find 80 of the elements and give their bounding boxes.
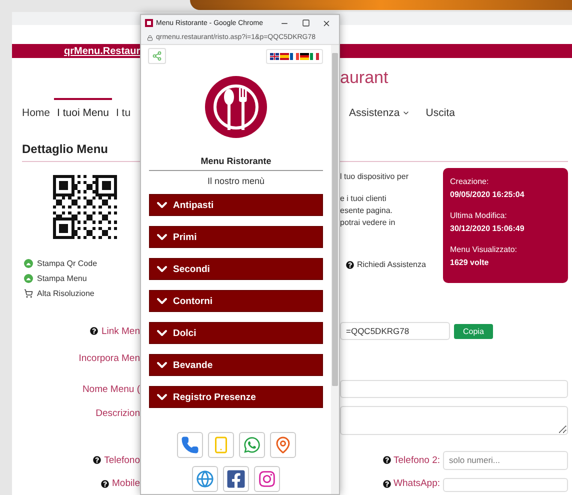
maximize-icon[interactable] xyxy=(302,19,310,27)
close-icon[interactable] xyxy=(322,18,331,28)
share-button[interactable] xyxy=(148,48,166,64)
flag-icon[interactable] xyxy=(300,52,309,60)
description-field[interactable] xyxy=(340,406,568,435)
category-button[interactable]: Dolci xyxy=(149,322,323,344)
action-link[interactable]: Stampa Menu xyxy=(24,274,140,283)
camera-icon xyxy=(258,470,276,488)
round-icon xyxy=(24,259,33,268)
flag-icon[interactable] xyxy=(280,52,289,60)
category-button[interactable]: Registro Presenze xyxy=(149,386,323,408)
chat-phone-icon xyxy=(242,436,260,454)
map-pin-icon xyxy=(274,436,292,454)
action-link[interactable]: Stampa Qr Code xyxy=(24,259,140,268)
field-label: Telefono xyxy=(12,454,140,466)
round-icon xyxy=(24,274,33,283)
field-label: WhatsApp: xyxy=(340,478,440,489)
help-icon xyxy=(101,480,109,488)
stat-value: 09/05/2020 16:25:04 xyxy=(450,190,526,199)
text-field[interactable] xyxy=(340,380,568,398)
help-icon xyxy=(346,260,354,268)
logo-text: aurant xyxy=(340,68,388,88)
contact-button[interactable] xyxy=(192,466,218,492)
nav-link[interactable]: I tu xyxy=(112,98,134,126)
restaurant-name: Menu Ristorante xyxy=(200,156,272,166)
flag-icon[interactable] xyxy=(270,52,279,60)
field-label: Nome Menu ( xyxy=(81,384,140,394)
lock-icon xyxy=(147,34,153,40)
contact-button[interactable] xyxy=(238,432,264,458)
stat-label: Menu Visualizzato: xyxy=(450,245,518,254)
nav-link[interactable]: Uscita xyxy=(422,98,458,126)
link-field[interactable]: =QQC5DKRG78 xyxy=(340,322,450,340)
field-label: Descrizion xyxy=(94,408,140,419)
help-icon xyxy=(382,456,391,464)
category-button[interactable]: Antipasti xyxy=(149,194,323,216)
site-link[interactable]: qrMenu.Restaur xyxy=(62,46,140,56)
info-text: potrai vedere in xyxy=(340,218,396,228)
help-link[interactable]: Richiedi Assistenza xyxy=(340,260,440,269)
info-text: esente pagina. xyxy=(340,206,394,216)
help-icon xyxy=(382,480,391,488)
phone-icon xyxy=(180,436,198,454)
caret-icon xyxy=(402,109,410,117)
favicon-icon xyxy=(145,19,153,27)
contact-button[interactable] xyxy=(223,466,249,492)
copy-button[interactable]: Copia xyxy=(454,324,493,338)
flag-icon[interactable] xyxy=(290,52,299,60)
qr-code-drawing xyxy=(53,175,117,239)
nav-link[interactable]: I tuoi Menu xyxy=(54,98,112,126)
help-icon xyxy=(90,327,98,335)
info-text: l tuo dispositivo per xyxy=(340,172,410,182)
stat-label: Ultima Modifica: xyxy=(450,211,508,220)
text-field[interactable]: solo numeri... xyxy=(443,450,568,470)
stat-value: 30/12/2020 15:06:49 xyxy=(450,224,526,233)
category-button[interactable]: Primi xyxy=(149,226,323,248)
category-button[interactable]: Contorni xyxy=(149,290,323,312)
help-icon xyxy=(93,456,102,464)
contact-button[interactable] xyxy=(176,432,202,458)
stat-value: 1629 volte xyxy=(450,258,490,267)
field-label: Telefono 2: xyxy=(340,454,440,466)
category-button[interactable]: Bevande xyxy=(149,354,323,376)
globe-icon xyxy=(196,470,214,488)
f-logo-icon xyxy=(226,469,246,489)
cart-icon xyxy=(24,289,33,298)
section-title: Dettaglio Menu xyxy=(22,142,109,156)
contact-button[interactable] xyxy=(270,432,296,458)
stat-label: Creazione: xyxy=(450,177,490,186)
category-button[interactable]: Secondi xyxy=(149,258,323,280)
field-label: Link Men xyxy=(12,326,140,336)
cutlery-logo-icon xyxy=(205,76,267,138)
share-icon xyxy=(152,51,162,61)
field-label: Mobile xyxy=(12,478,140,489)
nav-link[interactable]: Home xyxy=(19,98,54,126)
scrollbar[interactable] xyxy=(331,45,339,494)
field-label: Incorpora Men xyxy=(78,352,140,364)
contact-button[interactable] xyxy=(254,466,280,492)
menu-subtitle: Il nostro menù xyxy=(207,176,265,186)
info-text: e i tuoi clienti xyxy=(340,194,388,204)
nav-link[interactable]: Assistenza xyxy=(346,98,413,126)
action-link[interactable]: Alta Risoluzione xyxy=(24,289,140,298)
text-field[interactable] xyxy=(443,478,568,492)
